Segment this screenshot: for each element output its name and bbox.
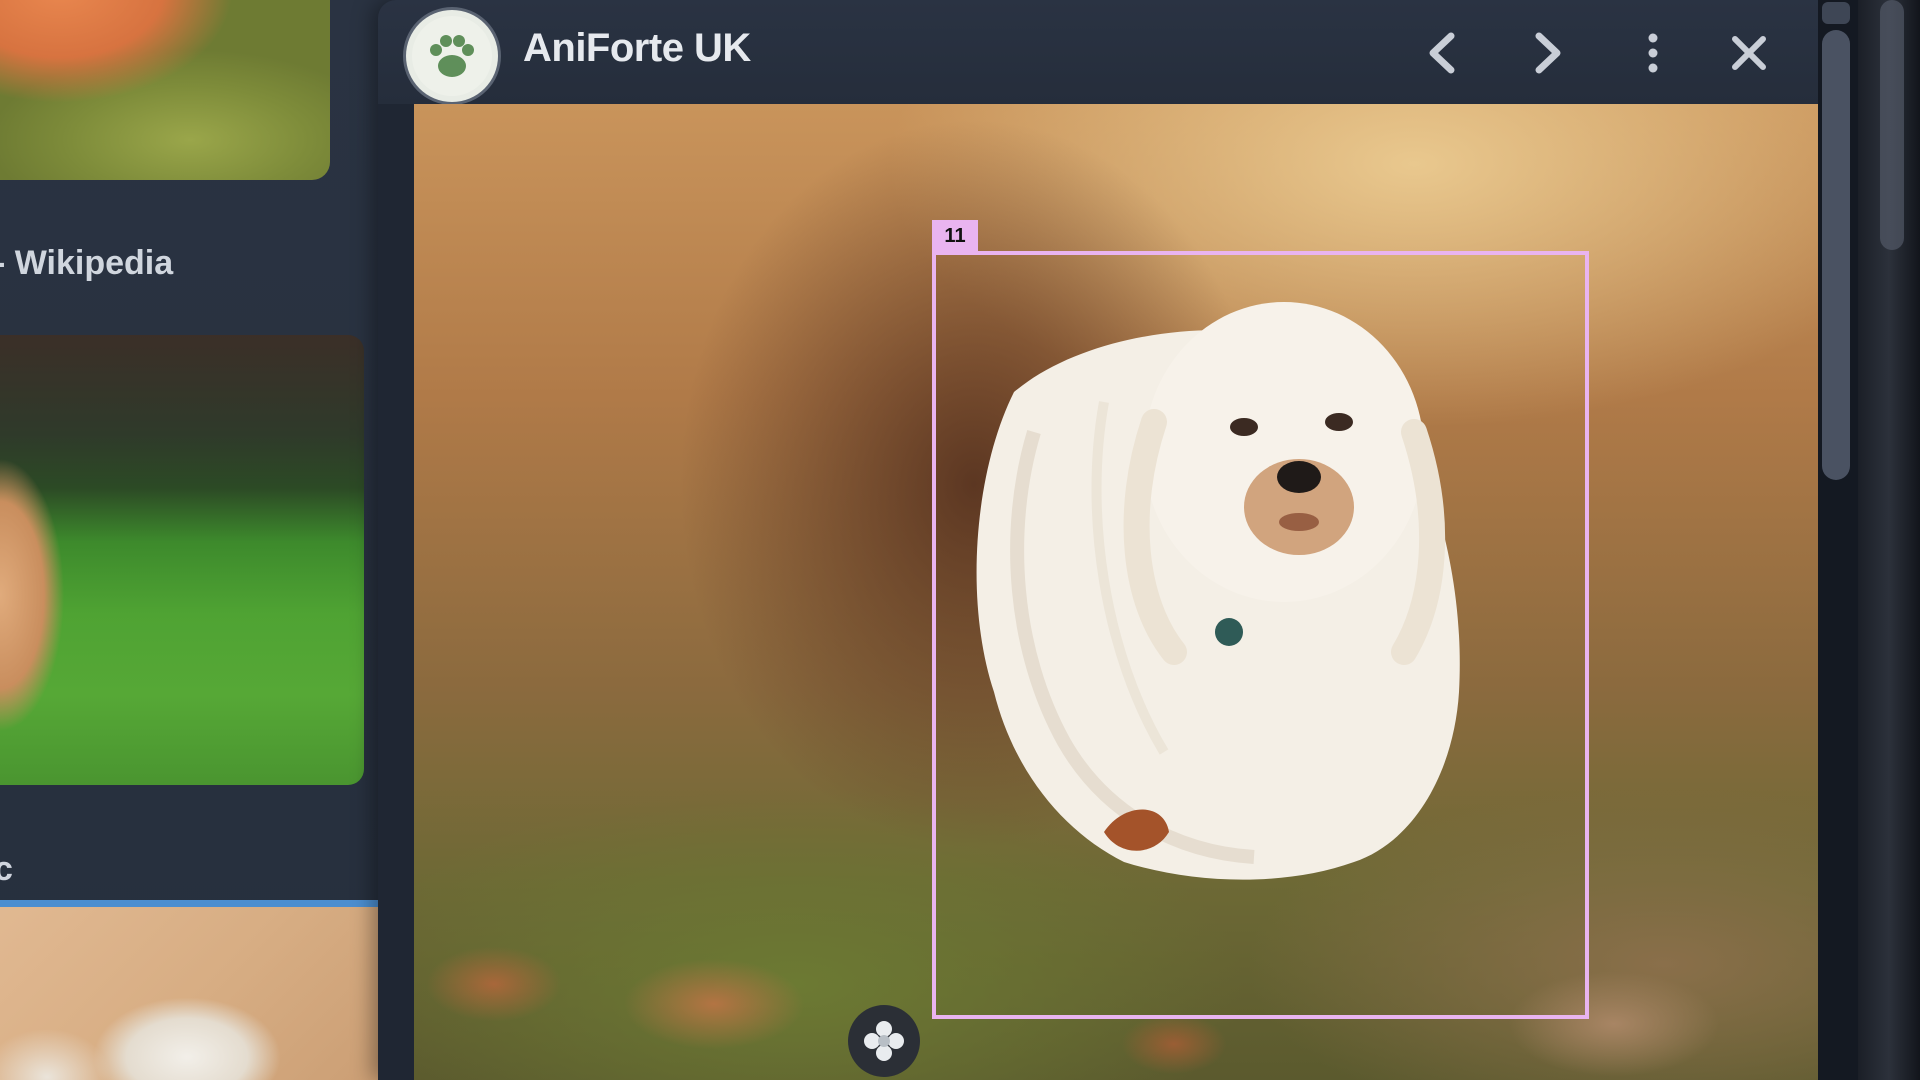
scrollbar-thumb[interactable] bbox=[1822, 30, 1850, 480]
site-name[interactable]: AniForte UK bbox=[523, 26, 751, 71]
previous-button[interactable] bbox=[1408, 18, 1478, 88]
chevron-left-icon bbox=[1429, 32, 1455, 74]
lens-badge[interactable] bbox=[848, 1005, 920, 1077]
site-logo[interactable] bbox=[406, 10, 498, 102]
flower-icon bbox=[864, 1021, 904, 1061]
result-thumbnail-orange-dog[interactable] bbox=[0, 0, 330, 180]
outer-scrollbar-thumb[interactable] bbox=[1880, 0, 1904, 250]
main-image[interactable] bbox=[414, 104, 1818, 1080]
white-dog-figure bbox=[976, 302, 1460, 880]
result-thumbnail-selected[interactable] bbox=[0, 900, 400, 1080]
image-viewer-panel: AniForte UK bbox=[378, 0, 1818, 1080]
scrollbar-up-arrow[interactable] bbox=[1822, 2, 1850, 24]
viewer-header: AniForte UK bbox=[378, 0, 1818, 104]
close-button[interactable] bbox=[1714, 18, 1784, 88]
ground-foliage bbox=[414, 884, 1818, 1080]
result-source-label[interactable]: - Wikipedia bbox=[0, 244, 173, 283]
detection-tag: 11 bbox=[932, 220, 978, 253]
more-options-button[interactable] bbox=[1618, 18, 1688, 88]
result-thumbnail-grass-dog[interactable] bbox=[0, 335, 364, 785]
chevron-right-icon bbox=[1535, 32, 1561, 74]
result-source-label[interactable]: c bbox=[0, 850, 13, 889]
close-icon bbox=[1732, 36, 1766, 70]
image-results-column: - Wikipedia c bbox=[0, 0, 400, 1080]
paw-icon bbox=[412, 16, 492, 96]
next-button[interactable] bbox=[1512, 18, 1582, 88]
screen: - Wikipedia c AniForte UK 11 bbox=[0, 0, 1920, 1080]
more-vertical-icon bbox=[1648, 33, 1658, 73]
